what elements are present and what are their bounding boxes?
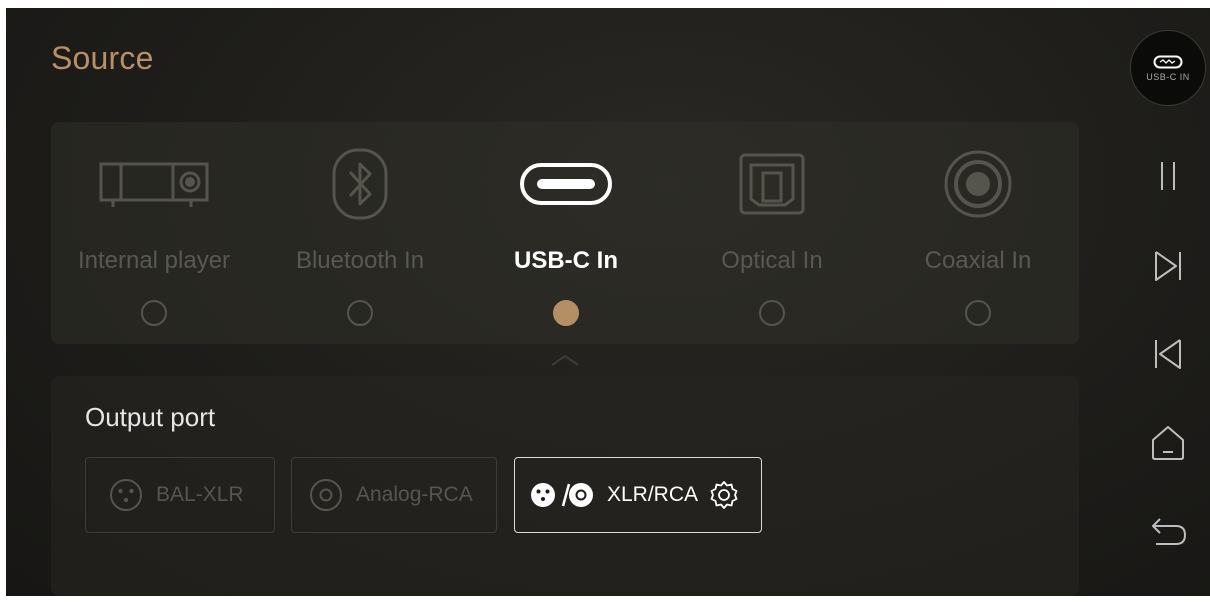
radio-button[interactable] (759, 300, 785, 326)
usb-c-icon (1153, 55, 1183, 68)
xlr-icon (110, 479, 142, 511)
bluetooth-icon (332, 148, 388, 220)
coaxial-icon (944, 150, 1012, 218)
output-label: BAL-XLR (156, 483, 244, 506)
chevron-up-icon (551, 354, 579, 366)
radio-button[interactable] (347, 300, 373, 326)
source-internal-player[interactable]: Internal player (51, 122, 257, 344)
section-title: Output port (85, 402, 216, 432)
source-label: USB-C In (514, 247, 618, 274)
output-analog-rca-button[interactable]: Analog-RCA (291, 457, 497, 533)
gear-icon[interactable] (708, 479, 740, 511)
output-port-panel: Output port BAL-XLR Analog-RCA XLR/RCA (51, 376, 1079, 596)
back-icon[interactable] (1150, 516, 1188, 548)
source-bluetooth[interactable]: Bluetooth In (257, 122, 463, 344)
source-coaxial[interactable]: Coaxial In (875, 122, 1081, 344)
rca-icon (310, 479, 342, 511)
pause-icon[interactable] (1150, 158, 1186, 194)
usb-c-icon (520, 163, 612, 205)
output-bal-xlr-button[interactable]: BAL-XLR (85, 457, 275, 533)
previous-track-icon[interactable] (1150, 336, 1186, 372)
source-label: Bluetooth In (295, 247, 425, 274)
page-title: Source (51, 40, 154, 76)
screen: Source Internal player Bluetooth In USB-… (6, 8, 1210, 596)
next-track-icon[interactable] (1150, 248, 1186, 284)
radio-button[interactable] (965, 300, 991, 326)
xlr-rca-icon (531, 483, 593, 507)
output-label: XLR/RCA (607, 483, 699, 506)
internal-player-icon (99, 162, 209, 207)
source-optical[interactable]: Optical In (669, 122, 875, 344)
optical-icon (739, 153, 805, 215)
current-source-badge[interactable]: USB-C IN (1130, 30, 1206, 106)
home-icon[interactable] (1150, 424, 1186, 462)
source-usb-c[interactable]: USB-C In (463, 122, 669, 344)
radio-button[interactable] (141, 300, 167, 326)
badge-label: USB-C IN (1146, 71, 1190, 82)
source-label: Coaxial In (924, 247, 1032, 274)
source-panel: Internal player Bluetooth In USB-C In Op… (51, 122, 1079, 344)
source-label: Optical In (721, 247, 823, 274)
radio-button[interactable] (553, 300, 579, 326)
source-label: Internal player (77, 247, 231, 274)
output-xlr-rca-button[interactable]: XLR/RCA (514, 457, 762, 533)
output-label: Analog-RCA (356, 483, 473, 506)
